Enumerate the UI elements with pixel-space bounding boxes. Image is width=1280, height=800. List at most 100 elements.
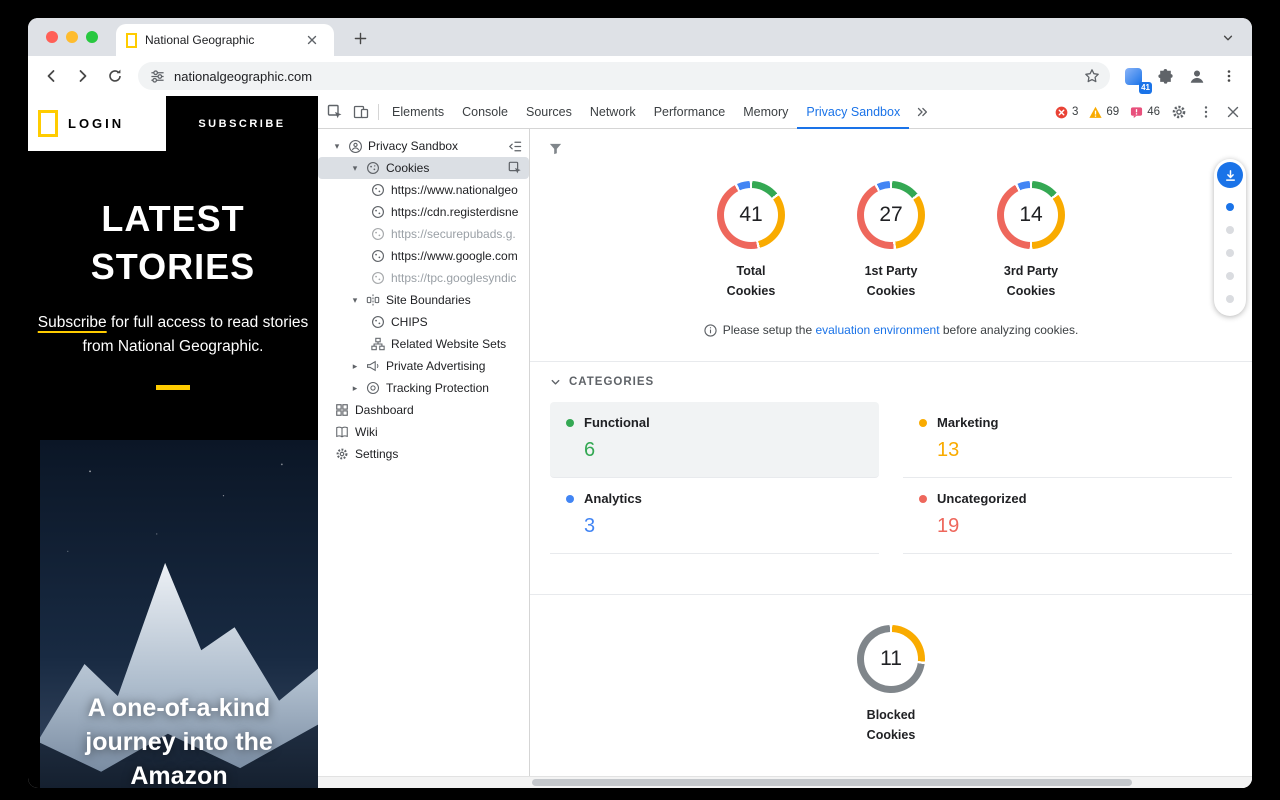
scrollbar-thumb[interactable] (532, 779, 1132, 786)
extension-badge: 41 (1139, 82, 1152, 94)
section-nav-dot[interactable] (1226, 249, 1234, 257)
tab-search-button[interactable] (1216, 26, 1240, 50)
warning-count-value: 69 (1106, 106, 1119, 118)
subscribe-button[interactable]: SUBSCRIBE (166, 96, 318, 151)
close-window-button[interactable] (46, 31, 58, 43)
back-button[interactable] (36, 61, 66, 91)
minimize-window-button[interactable] (66, 31, 78, 43)
category-dot (919, 419, 927, 427)
forward-button[interactable] (68, 61, 98, 91)
extension-icon[interactable]: 41 (1118, 61, 1148, 91)
info-icon (704, 324, 717, 337)
hero-image-mountain[interactable]: A one-of-a-kind journey into the Amazon (40, 440, 318, 788)
tree-item-cookies[interactable]: ▾ Cookies (318, 157, 529, 179)
tab-memory[interactable]: Memory (734, 96, 797, 129)
category-analytics[interactable]: Analytics 3 (550, 478, 879, 554)
section-nav-dot[interactable] (1226, 272, 1234, 280)
subscribe-text-link[interactable]: Subscribe (38, 314, 107, 331)
expander-open-icon[interactable]: ▾ (350, 163, 360, 174)
tree-item-cookie-origin[interactable]: https://securepubads.g. (318, 223, 529, 245)
expander-closed-icon[interactable]: ▸ (350, 361, 360, 372)
tab-privacy-sandbox[interactable]: Privacy Sandbox (797, 96, 909, 129)
cookie-icon (370, 248, 386, 264)
devtools-close-icon[interactable] (1220, 99, 1246, 125)
section-nav-dot[interactable] (1226, 203, 1234, 211)
section-nav-dot[interactable] (1226, 226, 1234, 234)
horizontal-scrollbar[interactable] (318, 776, 1252, 788)
extensions-puzzle-icon[interactable] (1150, 61, 1180, 91)
chevron-down-icon (550, 377, 561, 388)
tree-item-private-advertising[interactable]: ▸ Private Advertising (318, 355, 529, 377)
tree-item-privacy-sandbox[interactable]: ▾ Privacy Sandbox (318, 135, 529, 157)
tab-close-icon[interactable] (300, 28, 324, 52)
bookmark-star-icon[interactable] (1080, 64, 1104, 88)
device-toolbar-icon[interactable] (348, 99, 374, 125)
browser-menu-kebab-icon[interactable] (1214, 61, 1244, 91)
intro-rest: for full access to read stories from Nat… (83, 314, 309, 355)
maximize-window-button[interactable] (86, 31, 98, 43)
tree-item-cookie-origin[interactable]: https://www.nationalgeo (318, 179, 529, 201)
cookie-icon (370, 314, 386, 330)
cookie-donut-charts: 41 Total Cookies 27 (530, 181, 1252, 301)
inspect-target-icon[interactable] (508, 161, 522, 175)
tab-console[interactable]: Console (453, 96, 517, 129)
expander-closed-icon[interactable]: ▸ (350, 383, 360, 394)
category-marketing[interactable]: Marketing 13 (903, 402, 1232, 478)
tree-item-site-boundaries[interactable]: ▾ Site Boundaries (318, 289, 529, 311)
expander-open-icon[interactable]: ▾ (332, 141, 342, 152)
category-uncategorized[interactable]: Uncategorized 19 (903, 478, 1232, 554)
warning-count[interactable]: 69 (1089, 106, 1119, 119)
new-tab-button[interactable] (348, 26, 372, 50)
login-link[interactable]: LOGIN (68, 116, 124, 131)
story-title[interactable]: A one-of-a-kind journey into the Amazon (40, 692, 318, 788)
tree-item-chips[interactable]: CHIPS (318, 311, 529, 333)
donut-label: Blocked Cookies (839, 705, 943, 745)
tree-item-tracking-protection[interactable]: ▸ Tracking Protection (318, 377, 529, 399)
more-tabs-icon[interactable] (909, 99, 935, 125)
tab-performance[interactable]: Performance (645, 96, 735, 129)
tree-item-cookie-origin[interactable]: https://www.google.com (318, 245, 529, 267)
categories-header[interactable]: CATEGORIES (550, 376, 1232, 388)
tree-item-cookie-origin[interactable]: https://tpc.googlesyndic (318, 267, 529, 289)
filter-icon[interactable] (542, 135, 568, 161)
categories-grid: Functional 6 Marketing 13 Analytics 3 (550, 402, 1232, 554)
download-button[interactable] (1217, 162, 1243, 188)
tab-sources[interactable]: Sources (517, 96, 581, 129)
donut-label: 3rd Party Cookies (979, 261, 1083, 301)
devtools-settings-gear-icon[interactable] (1166, 99, 1192, 125)
tree-item-dashboard[interactable]: Dashboard (318, 399, 529, 421)
tree-item-related-website-sets[interactable]: Related Website Sets (318, 333, 529, 355)
natgeo-logo[interactable] (38, 110, 58, 137)
donut-value: 14 (1019, 203, 1042, 227)
collapse-sidebar-icon[interactable] (507, 139, 522, 154)
tree-item-label: https://www.google.com (391, 249, 518, 263)
browser-tab[interactable]: National Geographic (116, 24, 334, 56)
url-bar[interactable]: nationalgeographic.com (138, 62, 1110, 90)
tree-item-cookie-origin[interactable]: https://cdn.registerdisne (318, 201, 529, 223)
issues-count[interactable]: 46 (1130, 106, 1160, 119)
tab-elements[interactable]: Elements (383, 96, 453, 129)
third-party-cookies-donut: 14 3rd Party Cookies (979, 181, 1083, 301)
expander-open-icon[interactable]: ▾ (350, 295, 360, 306)
tree-item-settings[interactable]: Settings (318, 443, 529, 465)
tab-title: National Geographic (145, 33, 292, 47)
site-settings-icon[interactable] (150, 69, 165, 84)
reload-button[interactable] (100, 61, 130, 91)
category-dot (566, 419, 574, 427)
tab-network[interactable]: Network (581, 96, 645, 129)
inspect-element-icon[interactable] (322, 99, 348, 125)
evaluation-environment-link[interactable]: evaluation environment (815, 323, 939, 337)
cookie-icon (370, 226, 386, 242)
devtools-menu-kebab-icon[interactable] (1193, 99, 1219, 125)
profile-avatar[interactable] (1182, 61, 1212, 91)
category-functional[interactable]: Functional 6 (550, 402, 879, 478)
error-count[interactable]: 3 (1055, 106, 1078, 119)
donut-label: 1st Party Cookies (839, 261, 943, 301)
tree-item-wiki[interactable]: Wiki (318, 421, 529, 443)
section-nav-dot[interactable] (1226, 295, 1234, 303)
first-party-cookies-donut: 27 1st Party Cookies (839, 181, 943, 301)
site-boundaries-icon (365, 292, 381, 308)
donut-value: 27 (879, 203, 902, 227)
url-text[interactable]: nationalgeographic.com (174, 69, 1071, 84)
tree-item-label: Privacy Sandbox (368, 139, 458, 153)
